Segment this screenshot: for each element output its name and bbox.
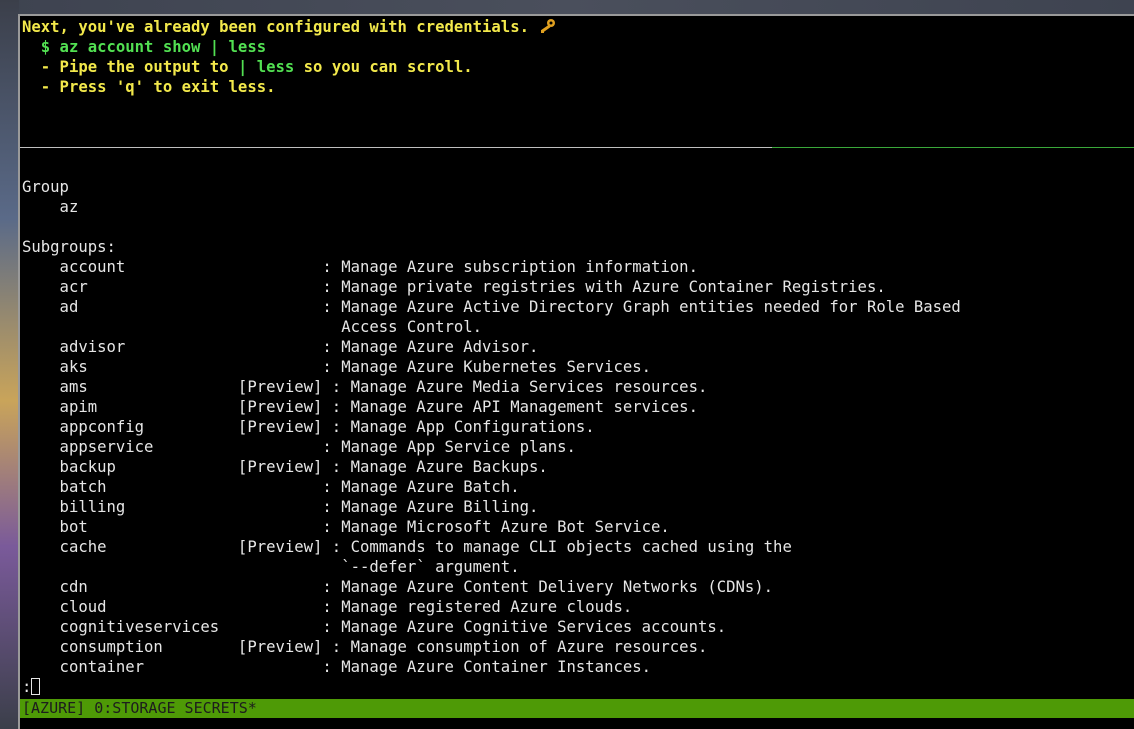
subgroup-row: aks : Manage Azure Kubernetes Services. (22, 358, 652, 376)
subgroup-row: cdn : Manage Azure Content Delivery Netw… (22, 578, 774, 596)
group-name: az (22, 198, 79, 216)
pane-divider-active[interactable] (772, 147, 1134, 148)
less-prompt[interactable]: : (22, 677, 41, 697)
subgroup-row: account : Manage Azure subscription info… (22, 258, 698, 276)
desktop: Next, you've already been configured wit… (0, 0, 1134, 729)
desktop-background-left (0, 0, 19, 729)
instructions-pane[interactable]: Next, you've already been configured wit… (20, 16, 1134, 148)
desktop-background-top (0, 0, 1134, 15)
prompt-colon: : (22, 678, 32, 696)
key-icon (538, 18, 556, 34)
subgroup-row-continuation: `--defer` argument. (22, 558, 520, 576)
subgroup-row: cloud : Manage registered Azure clouds. (22, 598, 633, 616)
subgroup-row: cache [Preview] : Commands to manage CLI… (22, 538, 792, 556)
terminal-window[interactable]: Next, you've already been configured wit… (18, 14, 1134, 729)
instruction-text: Next, you've already been configured wit… (22, 18, 529, 36)
pipe-note-highlight: | less (237, 58, 295, 76)
pipe-note-suffix: so you can scroll. (294, 58, 473, 76)
instruction-command: $ az account show | less (22, 38, 267, 56)
subgroup-row: container : Manage Azure Container Insta… (22, 658, 652, 676)
pipe-note-prefix: - Pipe the output to (22, 58, 238, 76)
pane-divider[interactable] (20, 147, 772, 148)
subgroup-row: ad : Manage Azure Active Directory Graph… (22, 298, 961, 316)
subgroup-row: cognitiveservices : Manage Azure Cogniti… (22, 618, 727, 636)
text-cursor (31, 678, 41, 695)
subgroup-row-continuation: Access Control. (22, 318, 483, 336)
subgroup-row: ams [Preview] : Manage Azure Media Servi… (22, 378, 708, 396)
subgroup-row: billing : Manage Azure Billing. (22, 498, 539, 516)
subgroup-row: bot : Manage Microsoft Azure Bot Service… (22, 518, 670, 536)
subgroup-row: acr : Manage private registries with Azu… (22, 278, 886, 296)
subgroup-row: advisor : Manage Azure Advisor. (22, 338, 539, 356)
subgroup-row: apim [Preview] : Manage Azure API Manage… (22, 398, 698, 416)
subgroup-row: appservice : Manage App Service plans. (22, 438, 576, 456)
group-header: Group (22, 178, 69, 196)
instruction-line-quit: - Press 'q' to exit less. (22, 78, 276, 96)
instruction-line-credentials: Next, you've already been configured wit… (22, 17, 556, 37)
subgroup-row: consumption [Preview] : Manage consumpti… (22, 638, 708, 656)
subgroups-header: Subgroups: (22, 238, 116, 256)
subgroup-row: batch : Manage Azure Batch. (22, 478, 520, 496)
subgroup-row: backup [Preview] : Manage Azure Backups. (22, 458, 548, 476)
tmux-status-bar[interactable]: [AZURE] 0:STORAGE SECRETS* (20, 699, 1134, 718)
instruction-line-pipe: - Pipe the output to | less so you can s… (22, 57, 473, 77)
subgroup-row: appconfig [Preview] : Manage App Configu… (22, 418, 595, 436)
